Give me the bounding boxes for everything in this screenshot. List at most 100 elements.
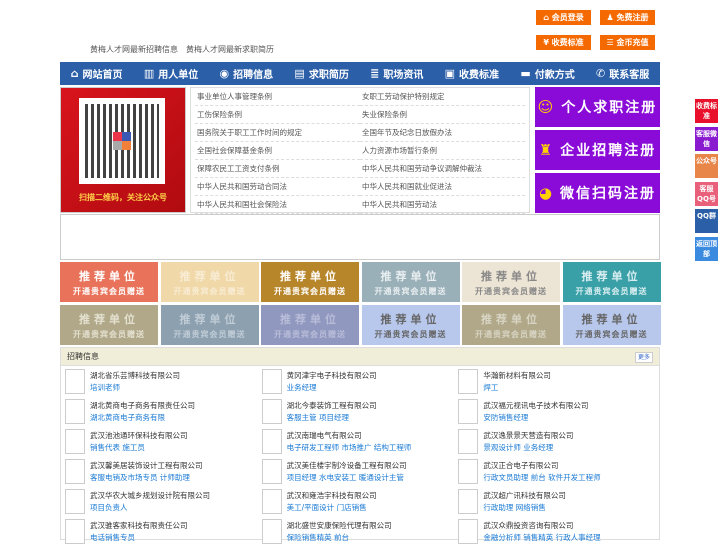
register-button-1[interactable]: ♜ 企业招聘注册: [535, 130, 660, 170]
job-link[interactable]: 美工/平面设计 门店销售: [287, 502, 377, 514]
company-link[interactable]: 武汉馨美居装饰设计工程有限公司: [90, 459, 203, 472]
recommended-company-tile[interactable]: 推荐单位 开通贵宾会员赠送: [562, 262, 661, 302]
register-button-2[interactable]: ◕ 微信扫码注册: [535, 173, 660, 213]
job-link[interactable]: 湖北黄商电子商务有限: [90, 412, 195, 424]
sidebar-button[interactable]: 返回顶部: [695, 236, 718, 261]
recommended-company-tile[interactable]: 推荐单位 开通贵宾会员赠送: [60, 262, 158, 302]
company-link[interactable]: 武汉美佳楼宇制冷设备工程有限公司: [287, 459, 407, 472]
nav-item[interactable]: ▥ 用人单位: [144, 66, 198, 81]
company-logo: [65, 429, 85, 454]
company-logo: [458, 489, 479, 514]
company-link[interactable]: 武汉华农大城乡规划设计院有限公司: [90, 489, 210, 502]
sidebar-button[interactable]: QQ群: [695, 209, 718, 233]
company-link[interactable]: 湖北黄商电子商务有限责任公司: [90, 399, 195, 412]
job-link[interactable]: 客服主管 项目经理: [287, 412, 377, 424]
law-link[interactable]: 工伤保险条例: [195, 106, 360, 124]
recharge-button[interactable]: ☰ 金币充值: [600, 35, 655, 50]
recommended-company-tile[interactable]: 推荐单位 开通贵宾会员赠送: [160, 305, 259, 345]
company-link[interactable]: 湖北盛世安康保险代理有限公司: [287, 519, 392, 532]
law-link[interactable]: 女职工劳动保护特别规定: [360, 88, 525, 106]
recommended-company-tile[interactable]: 推荐单位 开通贵宾会员赠送: [462, 305, 560, 345]
company-logo: [458, 369, 479, 394]
nav-item[interactable]: ⌂ 网站首页: [71, 66, 123, 81]
law-link[interactable]: 人力资源市场暂行条例: [360, 142, 525, 160]
recommended-company-tile[interactable]: 推荐单位 开通贵宾会员赠送: [60, 305, 158, 345]
job-link[interactable]: 项目负责人: [90, 502, 210, 514]
law-link[interactable]: 中华人民共和国劳动合同法: [195, 178, 360, 196]
company-link[interactable]: 武汉池池通环保科技有限公司: [90, 429, 188, 442]
law-link[interactable]: 中华人民共和国就业促进法: [360, 178, 525, 196]
list-item: 武汉馨美居装饰设计工程有限公司 客服电销及市场专员 计师助理: [65, 458, 262, 488]
law-link[interactable]: 全国社会保障基金条例: [195, 142, 360, 160]
sidebar-button[interactable]: 客服QQ号: [695, 181, 718, 206]
nav-item[interactable]: ▬ 付款方式: [520, 66, 574, 81]
nav-item[interactable]: ✆ 联系客服: [596, 66, 649, 81]
law-link[interactable]: 保障农民工工资支付条例: [195, 160, 360, 178]
company-link[interactable]: 湖北今泰装饰工程有限公司: [287, 399, 377, 412]
nav-item[interactable]: ▤ 求职简历: [294, 66, 348, 81]
register-button[interactable]: ♟ 免费注册: [600, 10, 655, 25]
company-link[interactable]: 武汉和雍浩宇科技有限公司: [287, 489, 377, 502]
law-link[interactable]: 中华人民共和国社会保险法: [195, 196, 360, 214]
law-links: 事业单位人事管理条例 女职工劳动保护特别规定 工伤保险条例 失业保险条例 国务院关于职工…: [190, 87, 530, 214]
law-link[interactable]: 全国年节及纪念日放假办法: [360, 124, 525, 142]
company-link[interactable]: 武汉正合电子有限公司: [483, 459, 600, 472]
law-link[interactable]: 失业保险条例: [360, 106, 525, 124]
nav-item[interactable]: ≣ 职场资讯: [370, 66, 423, 81]
job-link[interactable]: 项目经理 水电安装工 暖通设计主管: [287, 472, 407, 484]
recommended-company-tile[interactable]: 推荐单位 开通贵宾会员赠送: [160, 262, 259, 302]
recommended-company-tile[interactable]: 推荐单位 开通贵宾会员赠送: [562, 305, 661, 345]
job-link[interactable]: 焊工: [483, 382, 551, 394]
job-link[interactable]: 销售代表 施工员: [90, 442, 188, 454]
job-link[interactable]: 业务经理: [287, 382, 377, 394]
company-logo: [261, 429, 282, 454]
nav-item[interactable]: ◉ 招聘信息: [220, 66, 274, 81]
recommended-company-tile[interactable]: 推荐单位 开通贵宾会员赠送: [361, 305, 460, 345]
company-link[interactable]: 湖北省乐芸博科技有限公司: [90, 369, 180, 382]
job-link[interactable]: 景观设计师 业务经理: [483, 442, 573, 454]
company-link[interactable]: 武汉众鼎投资咨询有限公司: [483, 519, 600, 532]
job-link[interactable]: 安防销售经理: [483, 412, 588, 424]
recommended-company-tile[interactable]: 推荐单位 开通贵宾会员赠送: [462, 262, 560, 302]
law-link[interactable]: 中华人民共和国劳动争议调解仲裁法: [360, 160, 525, 178]
company-link[interactable]: 华瀚新材料有限公司: [483, 369, 551, 382]
latest-jobs-link[interactable]: 黄梅人才网最新招聘信息: [90, 45, 178, 54]
recommended-company-tile[interactable]: 推荐单位 开通贵宾会员赠送: [261, 262, 359, 302]
law-link[interactable]: 事业单位人事管理条例: [195, 88, 360, 106]
law-link[interactable]: 中华人民共和国劳动法: [360, 196, 525, 214]
company-logo: [261, 459, 282, 484]
wechat-icon: ◕: [538, 184, 555, 202]
job-link[interactable]: 电子研发工程师 市场推广 结构工程师: [287, 442, 412, 454]
company-link[interactable]: 武汉福元视讯电子技术有限公司: [483, 399, 588, 412]
list-item: 武汉和雍浩宇科技有限公司 美工/平面设计 门店销售: [261, 488, 459, 518]
company-link[interactable]: 武汉骓客家科技有限责任公司: [90, 519, 188, 532]
more-link[interactable]: 更多: [634, 352, 653, 363]
sidebar-button[interactable]: 公众号: [695, 154, 718, 178]
company-logo: [65, 459, 85, 484]
job-link[interactable]: 电话销售专员: [90, 532, 188, 544]
latest-resumes-link[interactable]: 黄梅人才网最新求职简历: [186, 45, 274, 54]
qr-code-panel: 扫描二维码，关注公众号: [60, 87, 186, 213]
job-link[interactable]: 保险销售精英 前台: [287, 532, 392, 544]
company-logo: [261, 369, 282, 394]
job-link[interactable]: 行政助理 网络销售: [483, 502, 566, 514]
company-link[interactable]: 武汉超广讯科技有限公司: [483, 489, 566, 502]
login-button[interactable]: ⌂ 会员登录: [536, 10, 591, 25]
register-button-0[interactable]: ☺ 个人求职注册: [535, 87, 660, 127]
law-link[interactable]: 国务院关于职工工作时间的规定: [195, 124, 360, 142]
sidebar-button[interactable]: 客服微信: [695, 126, 718, 151]
job-link[interactable]: 客服电销及市场专员 计师助理: [90, 472, 203, 484]
company-logo: [458, 459, 479, 484]
pricing-button[interactable]: ¥ 收费标准: [536, 35, 591, 50]
company-link[interactable]: 武汉逸景景天营造有限公司: [483, 429, 573, 442]
person-icon: ☺: [537, 98, 556, 116]
sidebar-button[interactable]: 收费标准: [695, 99, 718, 123]
company-link[interactable]: 黄冈津宇电子科技有限公司: [287, 369, 377, 382]
company-link[interactable]: 武汉南瑞电气有限公司: [287, 429, 412, 442]
recommended-company-tile[interactable]: 推荐单位 开通贵宾会员赠送: [261, 305, 359, 345]
recommended-company-tile[interactable]: 推荐单位 开通贵宾会员赠送: [361, 262, 460, 302]
nav-item[interactable]: ▣ 收费标准: [445, 66, 499, 81]
job-link[interactable]: 行政文员助理 前台 软件开发工程师: [483, 472, 600, 484]
job-link[interactable]: 金融分析师 销售精英 行政人事经理: [483, 532, 600, 544]
job-link[interactable]: 培训老师: [90, 382, 180, 394]
